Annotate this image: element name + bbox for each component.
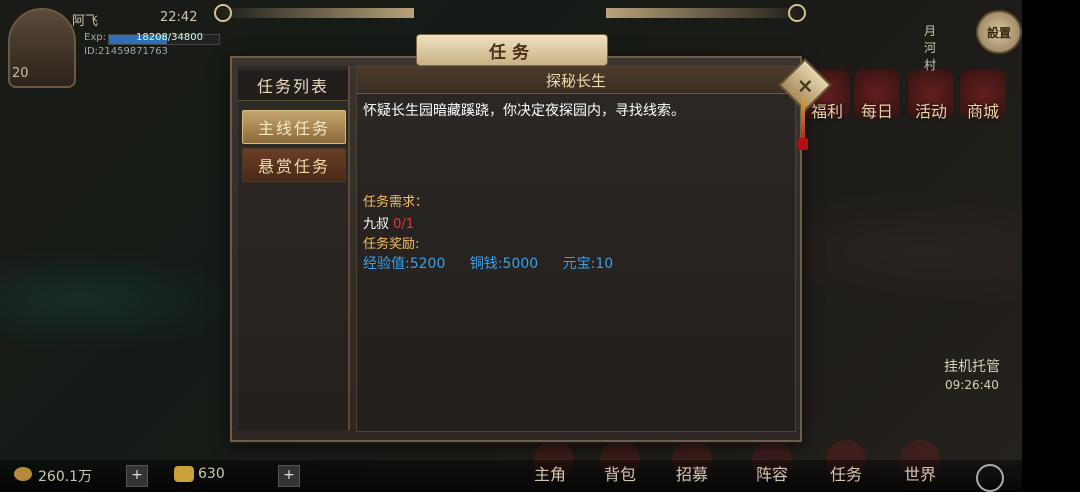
ingot-icon xyxy=(174,466,194,482)
afk-timer: 09:26:40 xyxy=(945,378,999,392)
requirement-progress: 0/1 xyxy=(393,217,415,232)
reward-copper: 铜钱:5000 xyxy=(469,256,539,272)
rewards-row: 经验值:5200 铜钱:5000 元宝:10 xyxy=(363,253,627,273)
dialog-title-banner: 任务 xyxy=(416,34,608,66)
nav-quest[interactable]: 任务 xyxy=(816,460,876,490)
tab-main-quest[interactable]: 主线任务 xyxy=(242,110,346,144)
nav-world[interactable]: 世界 xyxy=(890,460,950,490)
afk-button[interactable]: 挂机托管 09:26:40 xyxy=(944,356,1000,392)
side-menu-event[interactable]: 活动 xyxy=(906,98,956,122)
player-id: ID:21459871763 xyxy=(84,46,169,57)
title-ornament-right xyxy=(606,4,806,22)
side-menu-shop[interactable]: 商城 xyxy=(958,98,1008,122)
close-icon: × xyxy=(796,72,814,97)
player-info[interactable]: 20 阿飞 22:42 Exp: 18208/34800 ID:21459871… xyxy=(8,6,238,88)
refresh-icon[interactable] xyxy=(976,464,1004,492)
requirements-label: 任务需求： xyxy=(363,195,429,210)
quest-list-panel: 任务列表 主线任务 悬赏任务 xyxy=(238,66,350,430)
player-name: 阿飞 xyxy=(72,14,99,29)
exp-label: Exp: xyxy=(84,32,106,43)
nav-bag[interactable]: 背包 xyxy=(590,460,650,490)
exp-value: 18208/34800 xyxy=(136,32,203,43)
dialog-title-bar: 任务 xyxy=(416,34,608,66)
tassel-ornament xyxy=(798,98,808,150)
dialog-title: 任务 xyxy=(489,42,535,63)
copper-coin-icon xyxy=(14,467,32,481)
clock: 22:42 xyxy=(160,10,198,25)
afk-label: 挂机托管 xyxy=(944,359,1000,375)
settings-button[interactable]: 設置 xyxy=(976,10,1022,54)
quest-description: 怀疑长生园暗藏蹊跷，你决定夜探园内，寻找线索。 xyxy=(363,103,685,119)
copper-amount: 260.1万 xyxy=(38,469,93,485)
title-ornament-left xyxy=(214,4,414,22)
nav-recruit[interactable]: 招募 xyxy=(662,460,722,490)
requirement-row: 九叔 0/1 xyxy=(363,213,414,232)
tab-bounty-quest[interactable]: 悬赏任务 xyxy=(242,148,346,182)
reward-ingot: 元宝:10 xyxy=(562,256,614,272)
ingot-amount: 630 xyxy=(198,466,225,482)
location-name: 月河村 xyxy=(924,24,937,72)
side-menu-daily[interactable]: 每日 xyxy=(852,98,902,122)
quest-detail-panel: 探秘长生 怀疑长生园暗藏蹊跷，你决定夜探园内，寻找线索。 任务需求： 九叔 0/… xyxy=(356,66,796,432)
nav-formation[interactable]: 阵容 xyxy=(742,460,802,490)
add-copper-button[interactable]: + xyxy=(126,465,148,487)
rewards-label: 任务奖励: xyxy=(363,237,420,252)
side-menu: 福利 每日 活动 商城 xyxy=(804,70,1028,130)
quest-dialog: 任务列表 主线任务 悬赏任务 探秘长生 怀疑长生园暗藏蹊跷，你决定夜探园内，寻找… xyxy=(230,56,802,442)
bottom-bar: 260.1万 + 630 + 主角 背包 招募 阵容 任务 世界 xyxy=(0,460,1022,492)
player-level: 20 xyxy=(12,66,29,81)
quest-name: 探秘长生 xyxy=(357,67,795,94)
quest-list-header: 任务列表 xyxy=(238,70,348,101)
add-ingot-button[interactable]: + xyxy=(278,465,300,487)
reward-exp: 经验值:5200 xyxy=(363,256,446,272)
requirement-target: 九叔 xyxy=(363,217,390,232)
nav-hero[interactable]: 主角 xyxy=(520,460,580,490)
